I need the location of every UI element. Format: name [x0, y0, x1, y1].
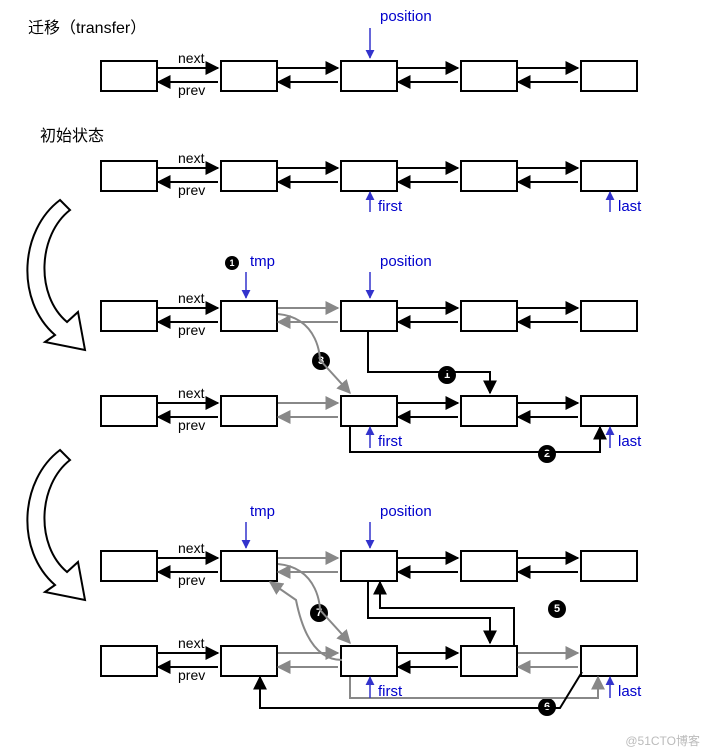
links-overlay: [0, 0, 706, 753]
node: [460, 395, 518, 427]
node: [220, 395, 278, 427]
label-next: next: [178, 290, 204, 306]
node: [460, 300, 518, 332]
node: [220, 300, 278, 332]
node: [460, 160, 518, 192]
node: [340, 160, 398, 192]
label-prev: prev: [178, 572, 205, 588]
label-last-3: last: [618, 683, 641, 700]
label-next: next: [178, 635, 204, 651]
node: [340, 395, 398, 427]
step-badge-7: 7: [310, 604, 328, 622]
node: [460, 550, 518, 582]
step-badge-2: 2: [538, 445, 556, 463]
label-position-3: position: [380, 503, 432, 520]
step-badge-1: 1: [438, 366, 456, 384]
label-last-1: last: [618, 198, 641, 215]
label-first-1: first: [378, 198, 402, 215]
step-badge-3: 3: [312, 352, 330, 370]
label-prev: prev: [178, 322, 205, 338]
node: [220, 60, 278, 92]
label-tmp-2: tmp: [250, 253, 275, 270]
label-first-2: first: [378, 433, 402, 450]
label-first-3: first: [378, 683, 402, 700]
subtitle: 初始状态: [40, 122, 104, 146]
node: [100, 160, 158, 192]
label-prev: prev: [178, 182, 205, 198]
node: [340, 300, 398, 332]
node: [340, 550, 398, 582]
step-badge-5: 5: [548, 600, 566, 618]
node: [100, 395, 158, 427]
node: [100, 550, 158, 582]
node: [460, 60, 518, 92]
node: [220, 645, 278, 677]
node: [580, 60, 638, 92]
node: [580, 645, 638, 677]
label-next: next: [178, 150, 204, 166]
label-prev: prev: [178, 667, 205, 683]
node: [460, 645, 518, 677]
node: [100, 60, 158, 92]
step-badge-6: 6: [538, 698, 556, 716]
label-next: next: [178, 540, 204, 556]
label-position-2: position: [380, 253, 432, 270]
node: [580, 160, 638, 192]
label-tmp-3: tmp: [250, 503, 275, 520]
label-next: next: [178, 50, 204, 66]
label-last-2: last: [618, 433, 641, 450]
label-prev: prev: [178, 417, 205, 433]
step-badge-1a: 1: [225, 256, 239, 270]
node: [100, 300, 158, 332]
watermark: @51CTO博客: [625, 732, 700, 749]
label-prev: prev: [178, 82, 205, 98]
node: [580, 550, 638, 582]
node: [580, 300, 638, 332]
title: 迁移（transfer）: [28, 14, 146, 38]
node: [220, 550, 278, 582]
label-position-1: position: [380, 8, 432, 25]
node: [580, 395, 638, 427]
node: [100, 645, 158, 677]
node: [220, 160, 278, 192]
label-next: next: [178, 385, 204, 401]
node: [340, 645, 398, 677]
node: [340, 60, 398, 92]
